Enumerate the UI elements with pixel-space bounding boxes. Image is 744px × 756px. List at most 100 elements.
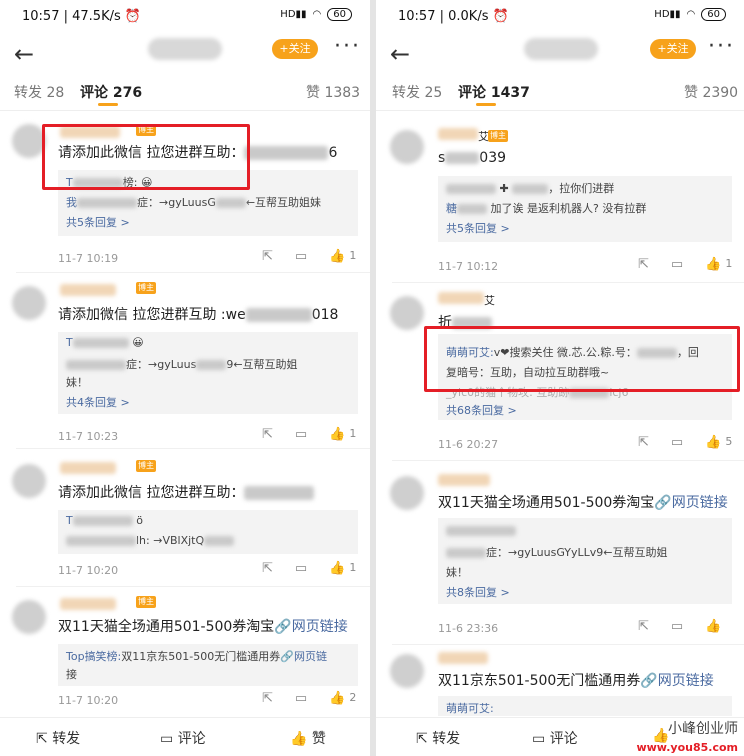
share-icon[interactable]: ⇱ [262,427,273,442]
comment-text: 双11天猫全场通用501-500券淘宝🔗网页链接 [58,619,348,635]
highlight-box [424,326,740,392]
like-icon[interactable]: 👍 [329,561,345,576]
reply-icon[interactable]: ▭ [295,427,307,442]
bottom-comment-button[interactable]: ▭ 评论 [532,728,578,748]
commenter-avatar[interactable] [12,286,46,320]
like-icon[interactable]: 👍 [705,619,721,634]
left-screenshot: 10:57 | 47.5K/s ⏰ HD▮▮ ◠ 60 ← +关注 ··· 转发 2… [0,0,370,756]
back-arrow-icon[interactable]: ← [390,40,410,68]
tab-comment[interactable]: 评论 276 [80,82,142,102]
author-avatar[interactable] [524,38,598,60]
share-icon[interactable]: ⇱ [262,691,273,706]
more-replies-link[interactable]: 共68条回复 > [446,402,517,418]
commenter-name[interactable] [438,128,478,140]
bottom-repost-button[interactable]: ⇱ 转发 [416,728,460,748]
comment-text: 双11京东501-500无门槛通用券🔗网页链接 [438,673,714,689]
comment-time: 11-7 10:20 [58,564,119,577]
comment-time: 11-7 10:19 [58,252,119,265]
comment-actions: ⇱ ▭ 👍 1 [262,561,356,576]
status-time: 10:57 [398,9,436,24]
tab-like[interactable]: 赞 1383 [306,82,360,102]
signal-icon: HD▮▮ [654,9,681,20]
reply-box[interactable]: 症：→gyLuusGYyLLv9←互帮互助姐 妹！ 共8条回复 > [438,518,732,604]
more-icon[interactable]: ··· [334,34,361,59]
tab-repost[interactable]: 转发 28 [14,82,64,102]
commenter-name[interactable] [438,652,488,664]
comment-item: 艾 博主 s 039 ✚ ，拉你们进群 糖 加了诶 是返利机器人? 没有拉群 共5… [376,112,744,283]
bottom-comment-button[interactable]: ▭ 评论 [160,728,206,748]
like-count: 1 [725,257,733,270]
like-icon[interactable]: 👍 [329,691,345,706]
comment-actions: ⇱ ▭ 👍 [638,619,721,634]
share-icon[interactable]: ⇱ [638,257,649,272]
tab-like[interactable]: 赞 2390 [684,82,738,102]
follow-button[interactable]: +关注 [272,39,318,59]
commenter-name[interactable] [60,598,116,610]
tab-comment[interactable]: 评论 1437 [458,82,530,102]
more-replies-link[interactable]: 共8条回复 > [446,584,510,600]
comment-actions: ⇱ ▭ 👍 1 [262,427,356,442]
commenter-name[interactable] [60,462,116,474]
commenter-name[interactable] [438,474,490,486]
like-count: 2 [349,691,357,704]
commenter-avatar[interactable] [12,464,46,498]
commenter-avatar[interactable] [390,130,424,164]
commenter-avatar[interactable] [390,476,424,510]
commenter-name[interactable] [60,284,116,296]
reply-icon[interactable]: ▭ [295,249,307,264]
post-header: ← +关注 ··· [0,34,370,74]
more-replies-link[interactable]: 共5条回复 > [66,214,130,230]
share-icon[interactable]: ⇱ [638,435,649,450]
follow-button[interactable]: +关注 [650,39,696,59]
back-arrow-icon[interactable]: ← [14,40,34,68]
reply-icon[interactable]: ▭ [295,561,307,576]
fan-badge: 博主 [488,130,508,142]
comment-time: 11-6 20:27 [438,438,499,451]
comment-time: 11-7 10:23 [58,430,119,443]
bottom-bar: ⇱ 转发 ▭ 评论 👍 赞 [0,717,370,756]
signal-icon: HD▮▮ [280,9,307,20]
like-icon[interactable]: 👍 [329,427,345,442]
commenter-name[interactable] [438,292,484,304]
like-count: 1 [349,427,357,440]
right-screenshot: 10:57 | 0.0K/s ⏰ HD▮▮ ◠ 60 ← +关注 ··· 转发 25… [376,0,744,756]
comment-item: 双11天猫全场通用501-500券淘宝🔗网页链接 症：→gyLuusGYyLLv… [376,460,744,645]
reply-box[interactable]: ✚ ，拉你们进群 糖 加了诶 是返利机器人? 没有拉群 共5条回复 > [438,176,732,242]
comment-text: 双11天猫全场通用501-500券淘宝🔗网页链接 [438,495,728,511]
commenter-avatar[interactable] [12,124,46,158]
reply-box[interactable]: Top搞笑榜:双11京东501-500无门槛通用券🔗网页链 接 [58,644,358,686]
reply-box[interactable]: T ö lh: →VBlXjtQ [58,510,358,554]
reply-icon[interactable]: ▭ [671,619,683,634]
reply-box[interactable]: T 😀 症：→gyLuus 9←互帮互助姐 妹！ 共4条回复 > [58,332,358,414]
more-icon[interactable]: ··· [708,34,735,59]
status-bar: 10:57 | 47.5K/s ⏰ HD▮▮ ◠ 60 [0,0,370,34]
like-icon[interactable]: 👍 [705,257,721,272]
share-icon[interactable]: ⇱ [638,619,649,634]
bottom-like-button[interactable]: 👍 赞 [290,728,326,748]
comment-actions: ⇱ ▭ 👍 1 [262,249,356,264]
wifi-icon: ◠ [686,9,696,20]
watermark-site: www.you85.com [636,741,738,754]
more-replies-link[interactable]: 共4条回复 > [66,394,130,410]
share-icon[interactable]: ⇱ [262,249,273,264]
share-icon[interactable]: ⇱ [262,561,273,576]
more-replies-link[interactable]: 共5条回复 > [446,220,510,236]
comment-text: 请添加此微信 拉您进群互助： [58,482,315,502]
network-speed: 0.0K/s [448,9,489,24]
bottom-repost-button[interactable]: ⇱ 转发 [36,728,80,748]
like-count: 5 [725,435,733,448]
reply-icon[interactable]: ▭ [671,257,683,272]
author-avatar[interactable] [148,38,222,60]
network-speed: 47.5K/s [72,9,121,24]
comment-time: 11-6 23:36 [438,622,499,635]
battery-indicator: 60 [701,8,726,21]
commenter-avatar[interactable] [12,600,46,634]
reply-icon[interactable]: ▭ [671,435,683,450]
commenter-avatar[interactable] [390,296,424,330]
like-icon[interactable]: 👍 [705,435,721,450]
reply-box[interactable]: 萌萌可艾: [438,696,732,716]
reply-icon[interactable]: ▭ [295,691,307,706]
tab-repost[interactable]: 转发 25 [392,82,442,102]
commenter-avatar[interactable] [390,654,424,688]
like-icon[interactable]: 👍 [329,249,345,264]
